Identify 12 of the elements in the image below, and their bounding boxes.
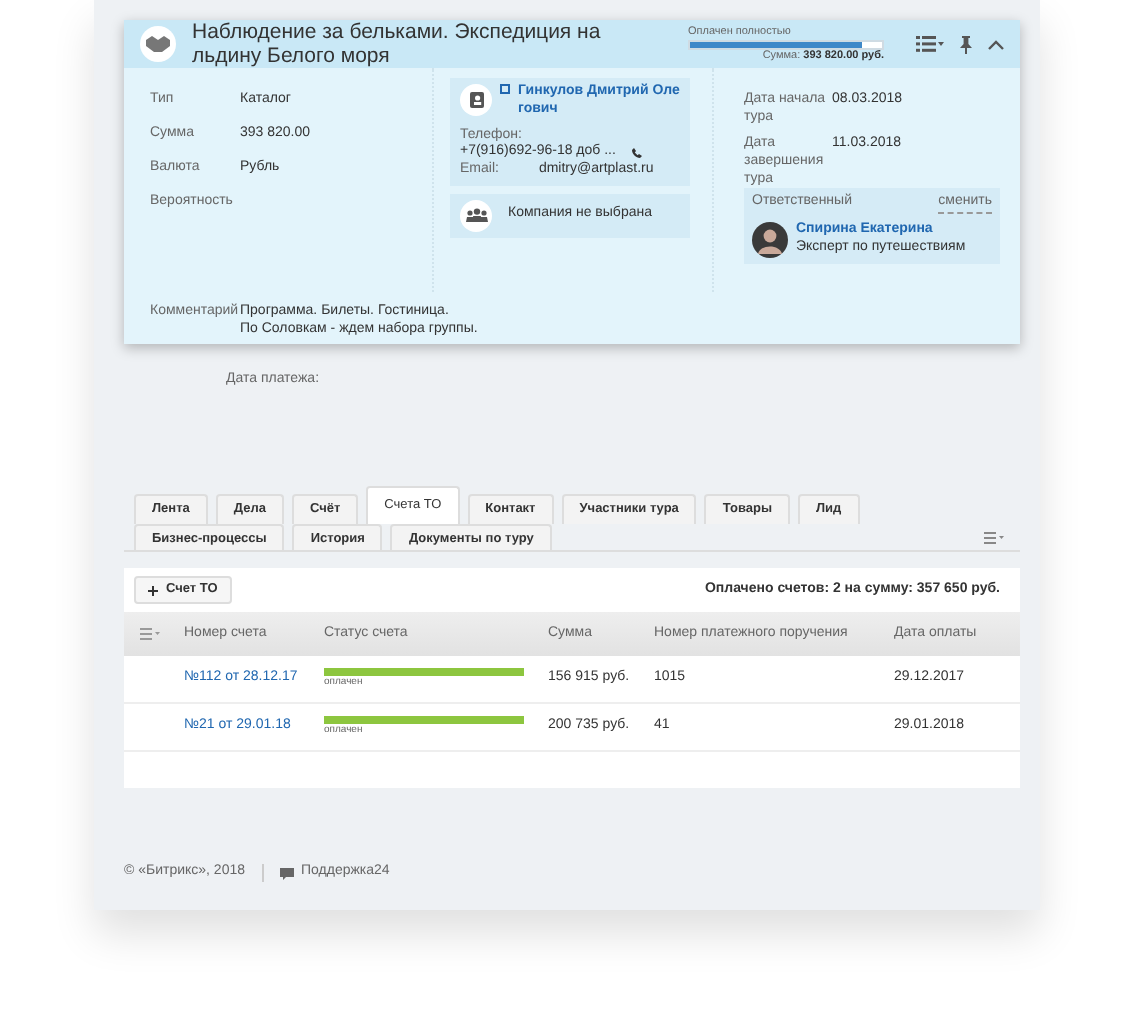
contact-book-icon <box>469 92 483 108</box>
deal-title: Наблюдение за бельками. Экспедиция на льдину Белого моря <box>192 19 603 69</box>
phone-icon[interactable] <box>631 148 642 159</box>
collapse-icon[interactable] <box>988 39 1004 49</box>
avatar <box>752 221 788 258</box>
chat-icon <box>279 867 294 879</box>
pin-icon[interactable] <box>960 35 972 53</box>
people-icon <box>465 208 487 223</box>
menu-icon[interactable] <box>984 532 1004 544</box>
contact-badge-icon <box>500 84 510 94</box>
list-menu-icon[interactable] <box>916 36 944 52</box>
plus-icon <box>148 585 158 595</box>
